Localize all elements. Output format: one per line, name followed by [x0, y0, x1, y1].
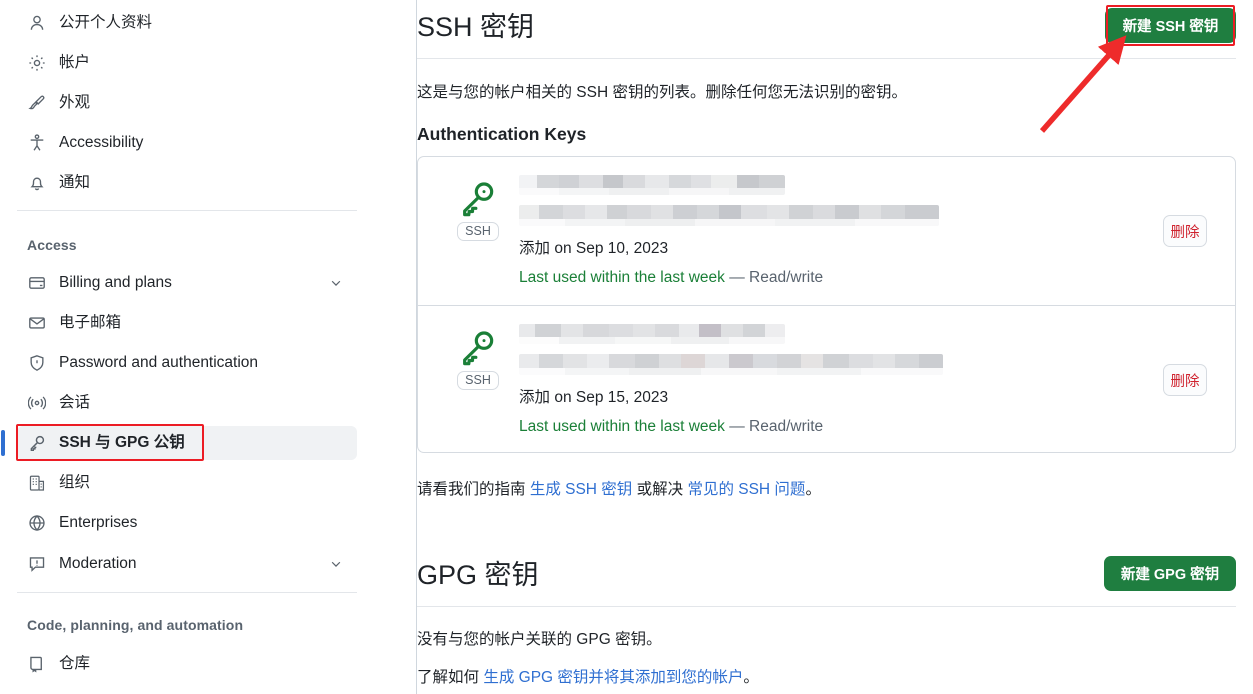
ssh-key-icon-group: SSH	[452, 328, 504, 391]
sidebar-divider-2	[17, 592, 357, 593]
sidebar-item-appearance[interactable]: 外观	[17, 86, 357, 120]
sidebar-section-code-planning-automation: Code, planning, and automation	[27, 617, 244, 633]
main-content: SSH 密钥 新建 SSH 密钥 这是与您的帐户相关的 SSH 密钥的列表。删除…	[417, 0, 1253, 694]
sidebar-item-enterprises[interactable]: Enterprises	[17, 506, 357, 540]
sidebar-item-password-and-authentication[interactable]: Password and authentication	[17, 346, 357, 380]
redacted-key-title	[519, 324, 785, 344]
key-last-used: Last used within the last week — Read/wr…	[519, 268, 824, 286]
key-icon	[463, 182, 494, 217]
ssh-keys-title: SSH 密钥	[417, 12, 535, 42]
sidebar-item-label: Accessibility	[59, 134, 144, 152]
table-row: SSH	[418, 157, 1235, 305]
credit-card-icon	[27, 273, 47, 293]
sidebar-item-organizations[interactable]: 组织	[17, 466, 357, 500]
key-icon	[463, 331, 494, 366]
gpg-keys-title: GPG 密钥	[417, 560, 539, 590]
sidebar-item-billing-and-plans[interactable]: Billing and plans	[17, 266, 357, 300]
repo-icon	[27, 654, 47, 674]
key-details: 添加 on Sep 15, 2023 Last used within the …	[519, 324, 943, 434]
sidebar-item-label: 外观	[59, 94, 91, 112]
key-added-date: 添加 on Sep 15, 2023	[519, 389, 669, 406]
sidebar-section-access: Access	[27, 237, 77, 253]
sidebar-item-repositories[interactable]: 仓库	[17, 647, 357, 681]
report-icon	[27, 554, 47, 574]
sidebar-item-label: Enterprises	[59, 514, 138, 532]
sidebar-item-label: 会话	[59, 394, 91, 412]
sidebar-item-label: 帐户	[59, 54, 91, 72]
sidebar-item-label: 电子邮箱	[59, 314, 122, 332]
chevron-down-icon[interactable]	[329, 276, 343, 290]
broadcast-icon	[27, 393, 47, 413]
sidebar-item-label: 仓库	[59, 655, 91, 673]
new-ssh-key-button[interactable]: 新建 SSH 密钥	[1105, 8, 1236, 43]
authentication-keys-subtitle: Authentication Keys	[417, 124, 587, 144]
paintbrush-icon	[27, 93, 47, 113]
key-added-date: 添加 on Sep 10, 2023	[519, 240, 669, 257]
delete-key-button[interactable]: 删除	[1163, 215, 1207, 247]
globe-icon	[27, 513, 47, 533]
sidebar-item-label: Billing and plans	[59, 274, 172, 292]
ssh-keys-list: SSH 添加 on Sep 10, 2023 Last used within …	[417, 156, 1236, 453]
redacted-key-title	[519, 175, 785, 195]
common-ssh-problems-link[interactable]: 常见的 SSH 问题	[687, 481, 805, 498]
settings-page: 公开个人资料 帐户 外观 Accessibility 通知 Access Bil…	[0, 0, 1253, 694]
generate-gpg-key-link[interactable]: 生成 GPG 密钥并将其添加到您的帐户	[483, 669, 743, 686]
bell-icon	[27, 173, 47, 193]
new-gpg-key-button[interactable]: 新建 GPG 密钥	[1104, 556, 1236, 591]
gpg-empty-text: 没有与您的帐户关联的 GPG 密钥。	[417, 631, 662, 648]
key-last-used: Last used within the last week — Read/wr…	[519, 417, 824, 435]
accessibility-icon	[27, 133, 47, 153]
person-icon	[27, 13, 47, 33]
sidebar-item-ssh-and-gpg-keys[interactable]: SSH 与 GPG 公钥	[17, 426, 357, 460]
organization-icon	[27, 473, 47, 493]
gear-icon	[27, 53, 47, 73]
shield-lock-icon	[27, 353, 47, 373]
sidebar-item-moderation[interactable]: Moderation	[17, 547, 357, 581]
sidebar-item-emails[interactable]: 电子邮箱	[17, 306, 357, 340]
redacted-key-fingerprint	[519, 205, 939, 226]
sidebar-item-notifications[interactable]: 通知	[17, 166, 357, 200]
gpg-help-text: 了解如何 生成 GPG 密钥并将其添加到您的帐户。	[417, 669, 759, 686]
sidebar-item-sessions[interactable]: 会话	[17, 386, 357, 420]
sidebar-divider-1	[17, 210, 357, 211]
sidebar-item-public-profile[interactable]: 公开个人资料	[17, 6, 357, 40]
generate-ssh-key-link[interactable]: 生成 SSH 密钥	[530, 481, 632, 498]
sidebar-item-label: 公开个人资料	[59, 14, 153, 32]
ssh-badge: SSH	[457, 222, 499, 242]
key-icon	[27, 433, 47, 453]
sidebar-item-label: Password and authentication	[59, 354, 259, 372]
ssh-help-text: 请看我们的指南 生成 SSH 密钥 或解决 常见的 SSH 问题。	[417, 481, 821, 498]
sidebar-item-label: 通知	[59, 174, 91, 192]
sidebar-item-label: SSH 与 GPG 公钥	[59, 434, 185, 452]
gpg-header-rule	[417, 606, 1236, 607]
delete-key-button[interactable]: 删除	[1163, 364, 1207, 396]
ssh-key-icon-group: SSH	[452, 179, 504, 242]
selected-indicator-bar	[1, 430, 5, 456]
sidebar-item-account[interactable]: 帐户	[17, 46, 357, 80]
ssh-description: 这是与您的帐户相关的 SSH 密钥的列表。删除任何您无法识别的密钥。	[417, 84, 907, 101]
ssh-header-rule	[417, 58, 1236, 59]
sidebar-item-label: 组织	[59, 474, 91, 492]
chevron-down-icon[interactable]	[329, 557, 343, 571]
sidebar-item-label: Moderation	[59, 555, 137, 573]
table-row: SSH	[418, 305, 1235, 452]
redacted-key-fingerprint	[519, 354, 943, 375]
sidebar-item-accessibility[interactable]: Accessibility	[17, 126, 357, 160]
ssh-badge: SSH	[457, 371, 499, 391]
mail-icon	[27, 313, 47, 333]
key-details: 添加 on Sep 10, 2023 Last used within the …	[519, 175, 939, 285]
settings-sidebar: 公开个人资料 帐户 外观 Accessibility 通知 Access Bil…	[0, 0, 417, 694]
